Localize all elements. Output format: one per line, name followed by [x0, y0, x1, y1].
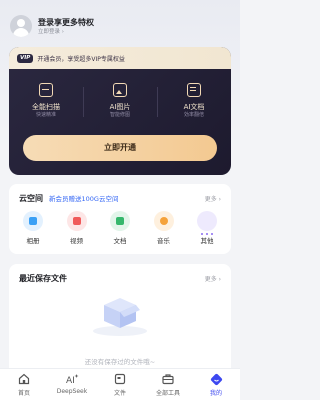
cloud-item-album[interactable]: 相册 — [15, 211, 51, 245]
tab-files[interactable]: 文件 — [96, 369, 144, 400]
tab-label: 首页 — [17, 390, 30, 397]
bottom-tab-bar: 首页 AI DeepSeek 文件 全部工具 我的 — [0, 368, 240, 400]
empty-message: 还没有保存过的文件哦~ — [84, 358, 156, 366]
cloud-space-card: 云空间 新会员赠送100G云空间 更多 › 相册 视频 文档 音乐 其他 — [9, 184, 231, 254]
open-vip-button[interactable]: 立即开通 — [23, 135, 217, 161]
vip-feature-ai-image[interactable]: AI图片 智能修图 — [83, 77, 157, 137]
recent-files-card: 最近保存文件 更多 › 还没有保存过的文件哦~ — [9, 264, 231, 368]
document-icon — [110, 211, 130, 231]
cloud-title: 云空间 — [19, 193, 43, 203]
feature-label: AI文档 — [183, 103, 205, 111]
tab-label: 我的 — [209, 390, 222, 397]
cloud-promo[interactable]: 新会员赠送100G云空间 — [49, 193, 118, 203]
tab-home[interactable]: 首页 — [0, 369, 48, 400]
tab-label: 文件 — [113, 390, 126, 397]
home-icon — [17, 372, 31, 386]
video-icon — [66, 211, 87, 231]
image-icon — [113, 83, 127, 97]
cloud-item-label: 文档 — [113, 237, 127, 245]
music-icon — [153, 211, 174, 231]
scan-icon — [39, 83, 53, 97]
avatar[interactable] — [10, 15, 32, 37]
document-icon — [187, 83, 201, 97]
svg-text:AI: AI — [66, 376, 75, 385]
vip-feature-scan[interactable]: 全能扫描 快速精准 — [9, 77, 83, 137]
login-title[interactable]: 登录享更多特权 — [38, 17, 94, 28]
tab-all-tools[interactable]: 全部工具 — [144, 369, 192, 400]
toolbox-icon — [161, 372, 175, 386]
cloud-more-link[interactable]: 更多 › — [205, 194, 221, 203]
login-header[interactable]: 登录享更多特权 立即登录 › — [10, 14, 94, 38]
feature-sub: 快速精准 — [35, 112, 56, 118]
album-icon — [23, 211, 43, 231]
cloud-item-document[interactable]: 文档 — [102, 211, 138, 245]
tab-label: DeepSeek — [56, 388, 88, 395]
cloud-item-video[interactable]: 视频 — [59, 211, 95, 245]
tab-label: 全部工具 — [155, 390, 180, 397]
file-icon — [113, 372, 127, 386]
profile-icon — [209, 372, 223, 386]
tab-deepseek[interactable]: AI DeepSeek — [48, 369, 96, 400]
ai-icon: AI — [65, 372, 79, 386]
login-link[interactable]: 立即登录 › — [38, 28, 94, 36]
recent-title: 最近保存文件 — [19, 273, 67, 283]
vip-card: VIP 开通会员，享受超多VIP专属权益 全能扫描 快速精准 AI图片 智能修图… — [9, 47, 231, 175]
cloud-item-label: 视频 — [70, 237, 83, 245]
vip-description: 开通会员，享受超多VIP专属权益 — [37, 55, 125, 63]
tab-profile[interactable]: 我的 — [192, 369, 240, 400]
feature-label: 全能扫描 — [32, 103, 60, 111]
empty-box-icon — [104, 298, 140, 328]
recent-more-link[interactable]: 更多 › — [205, 274, 221, 283]
feature-sub: 智能修图 — [109, 112, 130, 118]
cloud-item-label: 音乐 — [157, 237, 170, 245]
vip-feature-ai-doc[interactable]: AI文档 効率翻倍 — [157, 77, 231, 137]
feature-label: AI图片 — [109, 103, 131, 111]
cloud-item-label: 其他 — [200, 237, 214, 245]
vip-banner[interactable]: VIP 开通会员，享受超多VIP专属权益 — [9, 47, 231, 69]
cloud-item-other[interactable]: 其他 — [189, 211, 225, 245]
cloud-item-label: 相册 — [26, 237, 40, 245]
more-icon — [197, 211, 217, 235]
vip-badge: VIP — [17, 53, 34, 63]
feature-sub: 効率翻倍 — [183, 112, 204, 118]
cloud-item-music[interactable]: 音乐 — [146, 211, 182, 245]
